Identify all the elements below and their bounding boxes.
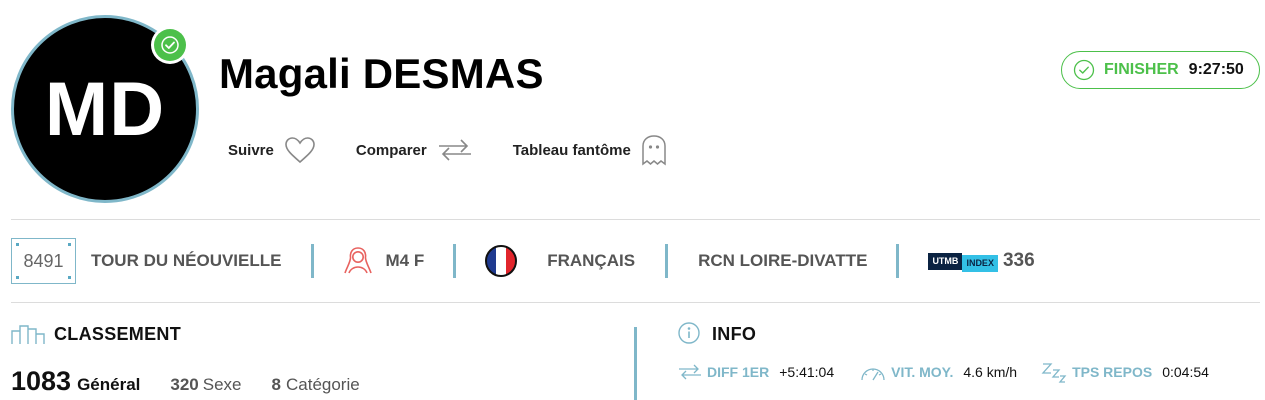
rest-time-label: TPS REPOS bbox=[1072, 364, 1153, 380]
follow-label: Suivre bbox=[228, 141, 274, 159]
general-rank-value: 1083 bbox=[11, 366, 72, 396]
nationality: FRANÇAIS bbox=[547, 251, 636, 270]
section-separator bbox=[634, 327, 637, 400]
race-name[interactable]: TOUR DU NÉOUVIELLE bbox=[91, 251, 281, 271]
divider bbox=[11, 219, 1260, 220]
action-bar: Suivre Comparer Tableau fantôme bbox=[228, 132, 707, 168]
separator bbox=[311, 244, 315, 278]
compare-button[interactable]: Comparer bbox=[356, 136, 473, 164]
separator bbox=[896, 244, 900, 278]
speedometer-icon bbox=[861, 368, 885, 381]
gender-rank-value: 320 bbox=[170, 375, 199, 394]
ghost-table-button[interactable]: Tableau fantôme bbox=[513, 134, 667, 166]
ranking-row: 1083 Général 320 Sexe 8 Catégorie bbox=[11, 366, 360, 397]
diff-leader-label: DIFF 1ER bbox=[707, 364, 770, 380]
gender-rank-label: Sexe bbox=[202, 375, 242, 394]
ghost-table-label: Tableau fantôme bbox=[512, 141, 631, 159]
runner-name: Magali DESMAS bbox=[219, 50, 544, 97]
finish-time: 9:27:50 bbox=[1188, 61, 1244, 78]
diff-leader-value: +5:41:04 bbox=[779, 364, 835, 380]
ghost-icon bbox=[642, 135, 666, 166]
podium-icon bbox=[11, 325, 45, 344]
general-rank-label: Général bbox=[77, 375, 141, 394]
info-icon bbox=[678, 322, 700, 344]
bib-number: 8491 bbox=[11, 238, 76, 284]
follow-button[interactable]: Suivre bbox=[228, 136, 316, 164]
stats-row: DIFF 1ER +5:41:04 VIT. MOY. 4.6 km/h TPS… bbox=[678, 360, 1209, 384]
separator bbox=[665, 244, 669, 278]
rest-time-value: 0:04:54 bbox=[1162, 364, 1209, 380]
utmb-index-value: 336 bbox=[1002, 250, 1035, 271]
ranking-title: CLASSEMENT bbox=[54, 324, 182, 344]
average-speed-value: 4.6 km/h bbox=[963, 364, 1018, 380]
runner-category: M4 F bbox=[385, 251, 425, 270]
average-speed-label: VIT. MOY. bbox=[891, 364, 954, 380]
heart-icon bbox=[285, 137, 315, 164]
check-circle-icon bbox=[1073, 59, 1095, 81]
verified-badge bbox=[151, 26, 189, 64]
check-icon bbox=[161, 36, 179, 54]
club-name: RCN LOIRE-DIVATTE bbox=[698, 251, 868, 270]
bib-number-value: 8491 bbox=[23, 250, 64, 271]
avatar-initials: MD bbox=[44, 66, 166, 152]
finisher-label: FINISHER bbox=[1104, 61, 1179, 78]
divider bbox=[11, 302, 1260, 303]
utmb-index-logo: UTMB INDEX bbox=[928, 251, 998, 272]
category-rank-label: Catégorie bbox=[285, 375, 360, 394]
compare-arrows-icon bbox=[679, 364, 701, 380]
separator bbox=[453, 244, 457, 278]
category-rank-value: 8 bbox=[271, 375, 281, 394]
compare-label: Comparer bbox=[355, 141, 427, 159]
info-bar: 8491 TOUR DU NÉOUVIELLE M4 F FRANÇAIS RC… bbox=[11, 237, 1035, 285]
sleep-icon bbox=[1041, 363, 1067, 383]
compare-arrows-icon bbox=[438, 139, 471, 161]
finisher-badge: FINISHER 9:27:50 bbox=[1061, 51, 1260, 89]
runner-category-icon bbox=[344, 247, 373, 274]
france-flag-icon bbox=[485, 245, 518, 277]
info-title: INFO bbox=[712, 324, 757, 344]
